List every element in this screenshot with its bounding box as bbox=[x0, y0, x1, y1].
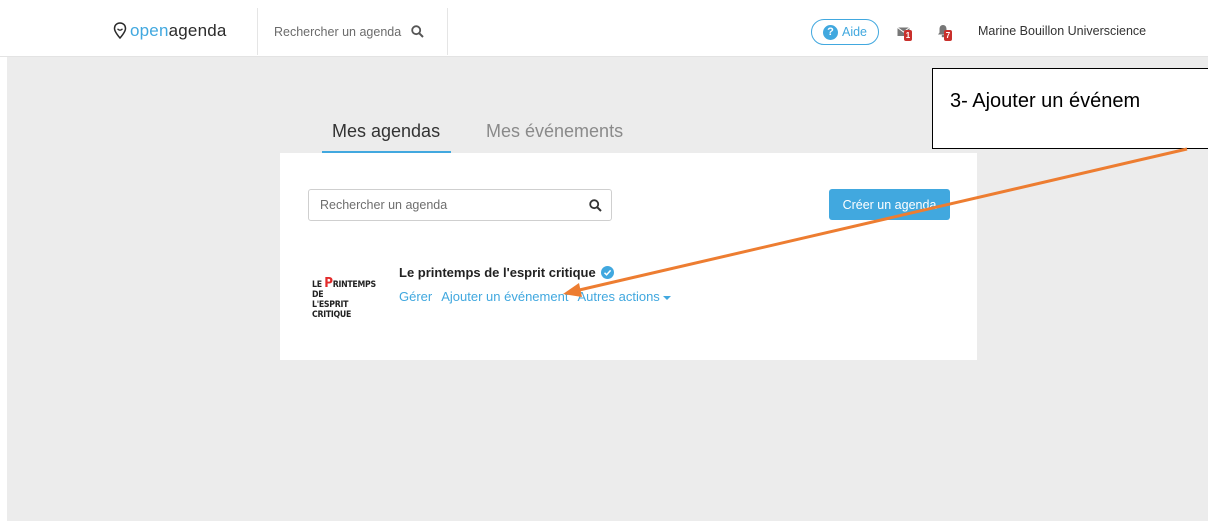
openagenda-logo[interactable]: open agenda bbox=[113, 20, 227, 42]
header-search-placeholder: Rechercher un agenda bbox=[274, 24, 402, 39]
other-actions-label: Autres actions bbox=[577, 289, 660, 304]
messages-button[interactable]: 1 bbox=[897, 25, 912, 43]
search-icon[interactable] bbox=[589, 199, 602, 212]
messages-badge: 1 bbox=[904, 30, 912, 41]
annotation-callout: 3- Ajouter un événem bbox=[932, 68, 1208, 149]
notifications-button[interactable]: 7 bbox=[937, 24, 952, 43]
search-icon[interactable] bbox=[411, 25, 424, 38]
agenda-logo[interactable]: LE PRINTEMPS DE L'ESPRIT CRITIQUE bbox=[312, 276, 382, 320]
screenshot-frame: open agenda Rechercher un agenda ? Aide 1 bbox=[0, 0, 1208, 521]
header-search[interactable]: Rechercher un agenda bbox=[257, 8, 448, 55]
user-menu[interactable]: Marine Bouillon Universcience bbox=[978, 24, 1146, 38]
agenda-search-input[interactable]: Rechercher un agenda bbox=[308, 189, 612, 221]
agenda-logo-line2: L'ESPRIT CRITIQUE bbox=[312, 300, 352, 320]
top-navbar: open agenda Rechercher un agenda ? Aide 1 bbox=[0, 0, 1208, 57]
help-label: Aide bbox=[841, 25, 868, 39]
tab-mes-agendas[interactable]: Mes agendas bbox=[332, 121, 440, 142]
verified-check-icon bbox=[600, 266, 614, 279]
tab-mes-evenements[interactable]: Mes événements bbox=[486, 121, 623, 142]
add-event-link[interactable]: Ajouter un événement bbox=[441, 289, 568, 304]
agendas-card bbox=[280, 153, 977, 360]
agenda-actions: Gérer Ajouter un événement Autres actions bbox=[399, 289, 680, 304]
logo-text-open: open bbox=[130, 21, 169, 40]
create-agenda-button[interactable]: Créer un agenda bbox=[829, 189, 950, 220]
logo-text-agenda: agenda bbox=[168, 21, 227, 40]
caret-down-icon bbox=[662, 295, 671, 300]
agenda-title[interactable]: Le printemps de l'esprit critique bbox=[399, 265, 614, 280]
manage-link[interactable]: Gérer bbox=[399, 289, 432, 304]
agenda-logo-line1: LE PRINTEMPS DE bbox=[312, 276, 376, 300]
notifications-badge: 7 bbox=[944, 30, 952, 41]
map-pin-icon bbox=[113, 22, 127, 40]
agenda-title-text: Le printemps de l'esprit critique bbox=[399, 265, 596, 280]
help-button[interactable]: ? Aide bbox=[811, 19, 879, 45]
agenda-search-placeholder: Rechercher un agenda bbox=[320, 198, 448, 212]
other-actions-dropdown[interactable]: Autres actions bbox=[577, 289, 671, 304]
question-icon: ? bbox=[822, 24, 838, 40]
